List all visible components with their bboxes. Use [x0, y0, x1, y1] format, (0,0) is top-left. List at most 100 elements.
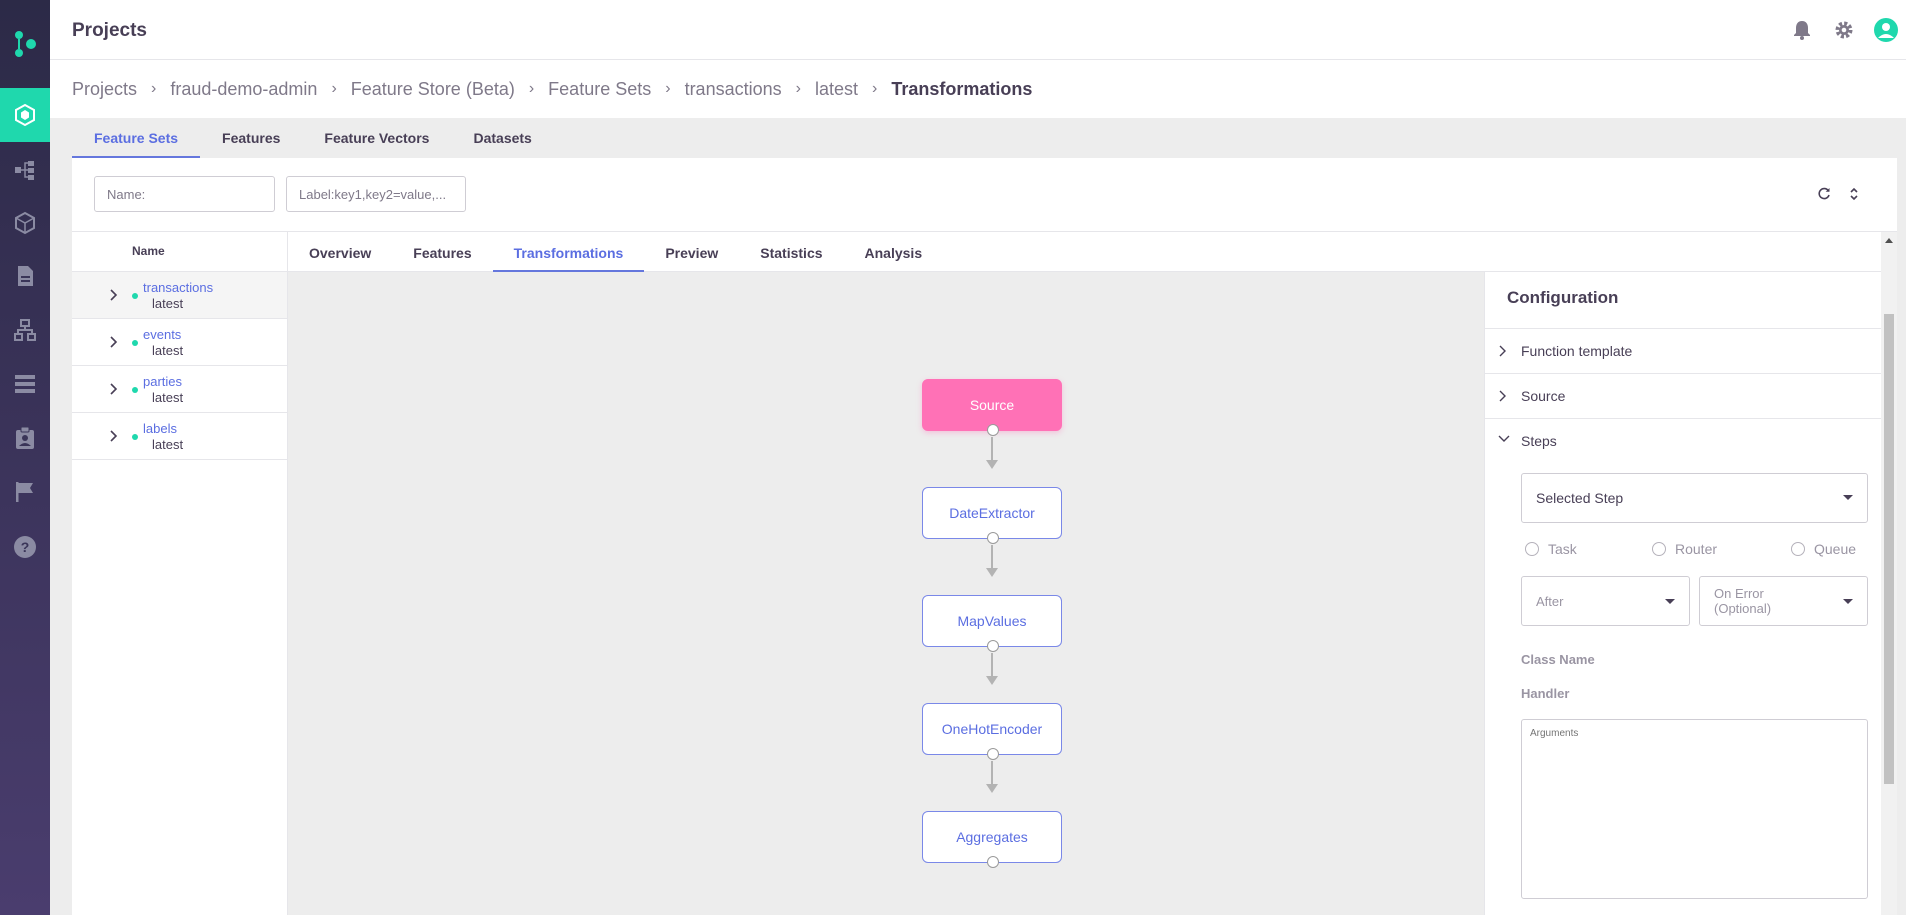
radio-circle-icon [1791, 542, 1805, 556]
accordion-label: Function template [1521, 343, 1633, 359]
graph-node-one-hot-encoder[interactable]: OneHotEncoder [922, 703, 1062, 760]
nav-files[interactable] [0, 256, 50, 296]
select-placeholder: Selected Step [1536, 490, 1624, 506]
graph-node-map-values[interactable]: MapValues [922, 595, 1062, 652]
svg-text:?: ? [21, 539, 30, 555]
radio-task[interactable]: Task [1525, 541, 1577, 557]
row-name[interactable]: parties [143, 374, 182, 389]
node-label: Source [969, 397, 1015, 413]
breadcrumb: Projects › fraud-demo-admin › Feature St… [50, 60, 1906, 118]
tab-features[interactable]: Features [200, 118, 302, 158]
nav-feature-store[interactable] [0, 88, 50, 142]
nav-alerts[interactable] [0, 472, 50, 512]
gear-icon [1835, 21, 1853, 39]
graph-node-source[interactable]: Source [922, 379, 1062, 436]
tab-overview[interactable]: Overview [288, 232, 392, 272]
logo-icon [15, 31, 36, 57]
table-row[interactable]: events latest [72, 319, 287, 366]
node-port[interactable] [987, 640, 999, 652]
graph-edge [991, 761, 993, 785]
transformations-graph[interactable]: Source DateExtractor MapValues OneHotEnc… [288, 272, 1484, 915]
breadcrumb-item[interactable]: Feature Store (Beta) [351, 79, 515, 100]
on-error-select[interactable]: On Error (Optional) [1699, 576, 1868, 626]
table-row[interactable]: parties latest [72, 366, 287, 413]
breadcrumb-item[interactable]: transactions [685, 79, 782, 100]
radio-router[interactable]: Router [1652, 541, 1717, 557]
user-menu-button[interactable] [1874, 18, 1898, 42]
caret-down-icon [1843, 495, 1853, 500]
accordion-steps[interactable]: Steps [1485, 418, 1881, 463]
breadcrumb-item[interactable]: Projects [72, 79, 137, 100]
accordion-function-template[interactable]: Function template [1485, 328, 1881, 373]
vertical-scrollbar[interactable] [1881, 232, 1897, 915]
bell-icon [1794, 21, 1810, 40]
accordion-source[interactable]: Source [1485, 373, 1881, 418]
table-row[interactable]: transactions latest [72, 272, 287, 319]
radio-circle-icon [1652, 542, 1666, 556]
chevron-right-icon [1499, 345, 1506, 357]
accordion-label: Steps [1521, 433, 1557, 449]
tab-feature-vectors[interactable]: Feature Vectors [302, 118, 451, 158]
row-tag: latest [152, 343, 184, 358]
breadcrumb-item[interactable]: Feature Sets [548, 79, 651, 100]
tab-feature-sets[interactable]: Feature Sets [72, 118, 201, 158]
label-filter-input[interactable] [286, 176, 466, 212]
tab-statistics[interactable]: Statistics [739, 232, 843, 272]
feature-store-icon [15, 103, 35, 127]
graph-node-date-extractor[interactable]: DateExtractor [922, 487, 1062, 544]
collapse-expand-button[interactable] [1844, 184, 1864, 204]
nav-help[interactable]: ? [0, 527, 50, 567]
select-placeholder: On Error (Optional) [1714, 586, 1772, 616]
row-name[interactable]: transactions [143, 280, 213, 295]
chevron-right-icon: › [665, 80, 671, 97]
arrow-down-icon [986, 784, 998, 793]
chevron-right-icon [1499, 390, 1506, 402]
content-area: Feature Sets Features Feature Vectors Da… [50, 118, 1906, 915]
document-icon [18, 266, 33, 286]
nav-functions[interactable] [0, 310, 50, 350]
chevron-right-icon [110, 289, 118, 301]
node-port[interactable] [987, 856, 999, 868]
tab-transformations[interactable]: Transformations [492, 232, 645, 272]
feature-set-detail: Overview Features Transformations Previe… [288, 232, 1897, 915]
tab-features[interactable]: Features [392, 232, 492, 272]
nav-jobs[interactable] [0, 150, 50, 190]
nav-models[interactable] [0, 203, 50, 243]
breadcrumb-item[interactable]: fraud-demo-admin [170, 79, 317, 100]
tab-preview[interactable]: Preview [644, 232, 739, 272]
node-port[interactable] [987, 532, 999, 544]
chevron-right-icon: › [331, 80, 337, 97]
app-logo[interactable] [0, 0, 50, 88]
graph-node-aggregates[interactable]: Aggregates [922, 811, 1062, 868]
node-port[interactable] [987, 748, 999, 760]
chevron-right-icon [110, 430, 118, 442]
nav-datasets[interactable] [0, 364, 50, 404]
radio-queue[interactable]: Queue [1791, 541, 1856, 557]
column-header-name[interactable]: Name [72, 232, 287, 272]
nav-projects-settings[interactable] [0, 418, 50, 458]
settings-button[interactable] [1832, 18, 1856, 42]
after-select[interactable]: After [1521, 576, 1690, 626]
row-name[interactable]: events [143, 327, 181, 342]
filter-bar [72, 158, 1897, 232]
graph-edge [991, 653, 993, 677]
breadcrumb-item[interactable]: latest [815, 79, 858, 100]
notifications-button[interactable] [1790, 18, 1814, 42]
row-name[interactable]: labels [143, 421, 177, 436]
node-port[interactable] [987, 424, 999, 436]
status-dot [132, 434, 138, 440]
selected-step-select[interactable]: Selected Step [1521, 473, 1868, 523]
help-icon: ? [14, 536, 36, 558]
tab-datasets[interactable]: Datasets [451, 118, 553, 158]
graph-edge [991, 437, 993, 461]
arguments-textarea[interactable] [1521, 719, 1868, 899]
cube-icon [15, 211, 35, 235]
radio-circle-icon [1525, 542, 1539, 556]
refresh-button[interactable] [1814, 184, 1834, 204]
tab-analysis[interactable]: Analysis [844, 232, 944, 272]
name-filter-input[interactable] [94, 176, 275, 212]
table-row[interactable]: labels latest [72, 413, 287, 460]
scroll-up-icon[interactable] [1885, 238, 1893, 243]
caret-down-icon [1843, 599, 1853, 604]
scrollbar-thumb[interactable] [1884, 314, 1894, 784]
